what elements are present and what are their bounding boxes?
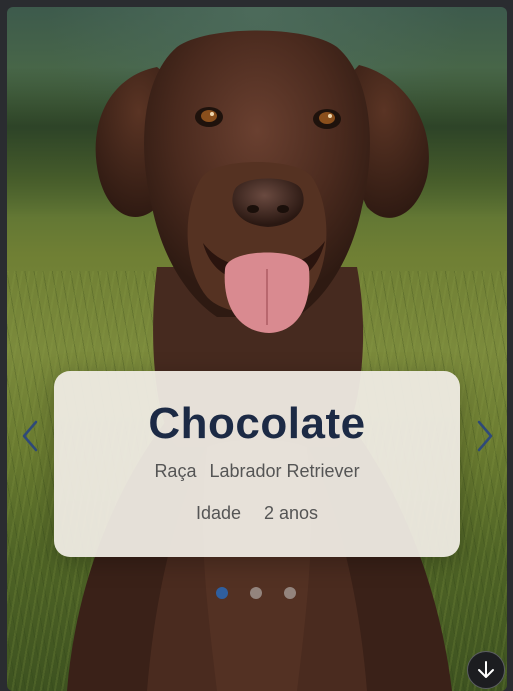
age-value: 2 anos (264, 503, 319, 523)
next-slide-button[interactable] (467, 418, 503, 454)
carousel-pagination (216, 587, 296, 599)
breed-row: Raça Labrador Retriever (54, 461, 460, 482)
chevron-right-icon (477, 420, 493, 452)
age-label: Idade (195, 503, 241, 523)
chevron-left-icon (22, 420, 38, 452)
age-row: Idade 2 anos (54, 503, 460, 524)
pet-name: Chocolate (148, 399, 366, 448)
previous-slide-button[interactable] (12, 418, 48, 454)
scroll-down-button[interactable] (467, 651, 505, 689)
pagination-dot-1[interactable] (216, 587, 228, 599)
app-frame: Chocolate Raça Labrador Retriever Idade … (0, 0, 513, 691)
pet-info-card: Chocolate Raça Labrador Retriever Idade … (54, 371, 460, 557)
breed-label: Raça (154, 461, 197, 481)
pagination-dot-2[interactable] (250, 587, 262, 599)
arrow-down-icon (478, 661, 494, 678)
pagination-dot-3[interactable] (284, 587, 296, 599)
breed-value: Labrador Retriever (209, 461, 360, 481)
